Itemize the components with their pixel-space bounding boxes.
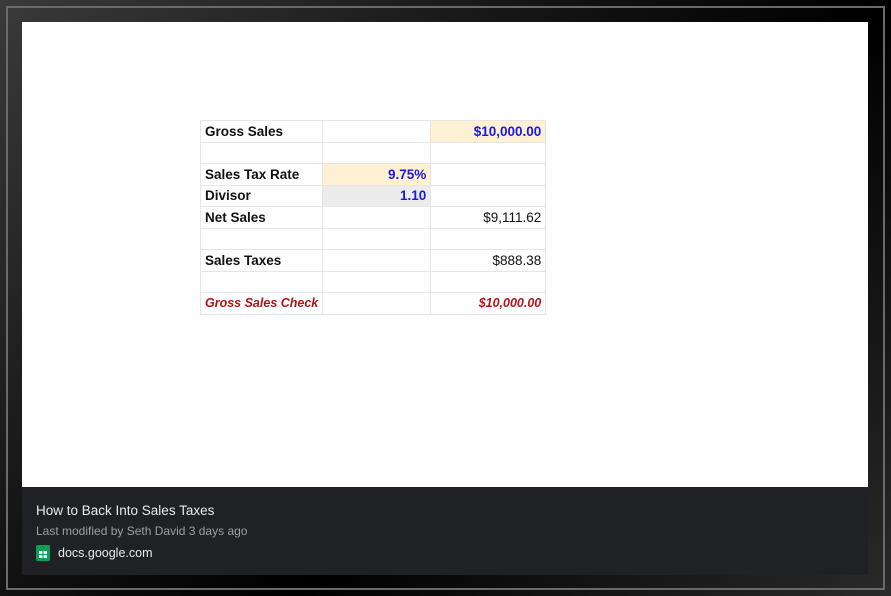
cell-value bbox=[430, 270, 547, 293]
divisor-value: 1.10 bbox=[322, 184, 432, 207]
cell-value bbox=[322, 292, 432, 315]
row-label bbox=[199, 141, 324, 164]
table-row bbox=[199, 270, 547, 293]
cell-value bbox=[430, 184, 547, 207]
link-preview-card[interactable]: Gross Sales $10,000.00 Sales Tax Rate 9.… bbox=[22, 22, 868, 575]
source-domain[interactable]: docs.google.com bbox=[58, 546, 153, 560]
row-label: Net Sales bbox=[199, 206, 324, 229]
table-row: Gross Sales $10,000.00 bbox=[199, 120, 547, 143]
document-preview[interactable]: Gross Sales $10,000.00 Sales Tax Rate 9.… bbox=[22, 22, 868, 487]
table-row: Sales Taxes $888.38 bbox=[199, 249, 547, 272]
table-row: Divisor 1.10 bbox=[199, 184, 547, 207]
cell-value bbox=[322, 227, 432, 250]
table-row: Sales Tax Rate 9.75% bbox=[199, 163, 547, 186]
cell-value bbox=[322, 270, 432, 293]
google-sheets-icon bbox=[36, 545, 50, 561]
row-label bbox=[199, 270, 324, 293]
preview-footer[interactable]: How to Back Into Sales Taxes Last modifi… bbox=[22, 487, 868, 575]
cell-value bbox=[322, 206, 432, 229]
sales-tax-rate-value: 9.75% bbox=[322, 163, 432, 186]
net-sales-value: $9,111.62 bbox=[430, 206, 547, 229]
gross-sales-check-label: Gross Sales Check bbox=[199, 292, 324, 315]
gross-sales-check-value: $10,000.00 bbox=[430, 292, 547, 315]
table-row: Net Sales $9,111.62 bbox=[199, 206, 547, 229]
cell-value bbox=[322, 249, 432, 272]
row-label: Sales Taxes bbox=[199, 249, 324, 272]
cell-value bbox=[430, 141, 547, 164]
row-label: Sales Tax Rate bbox=[199, 163, 324, 186]
last-modified-text: Last modified by Seth David 3 days ago bbox=[36, 524, 248, 538]
table-row: Gross Sales Check $10,000.00 bbox=[199, 292, 547, 315]
cell-value bbox=[322, 141, 432, 164]
cell-value bbox=[322, 120, 432, 143]
source-link[interactable]: docs.google.com bbox=[36, 545, 153, 561]
table-row bbox=[199, 141, 547, 164]
row-label: Divisor bbox=[199, 184, 324, 207]
gross-sales-value: $10,000.00 bbox=[430, 120, 547, 143]
sales-taxes-value: $888.38 bbox=[430, 249, 547, 272]
table-row bbox=[199, 227, 547, 250]
cell-value bbox=[430, 163, 547, 186]
row-label bbox=[199, 227, 324, 250]
document-title[interactable]: How to Back Into Sales Taxes bbox=[36, 503, 214, 518]
row-label: Gross Sales bbox=[199, 120, 324, 143]
cell-value bbox=[430, 227, 547, 250]
spreadsheet-table: Gross Sales $10,000.00 Sales Tax Rate 9.… bbox=[199, 120, 547, 315]
